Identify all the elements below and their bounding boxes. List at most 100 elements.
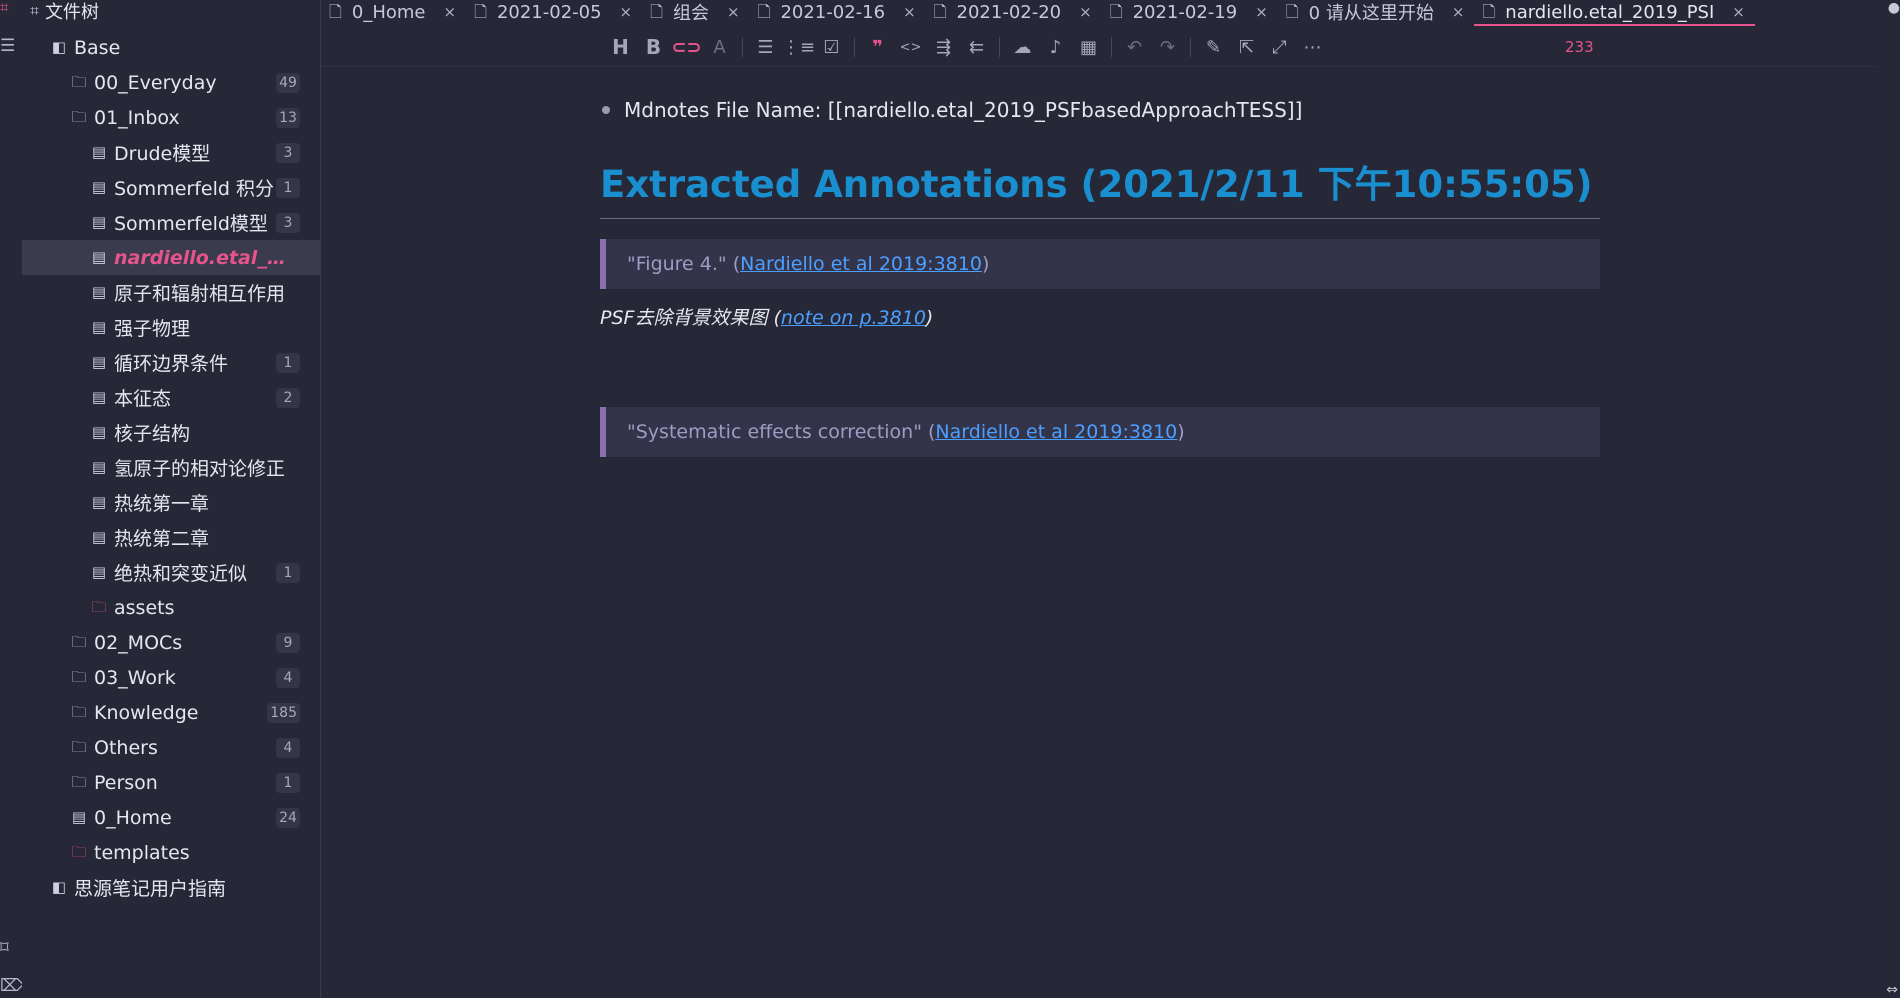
tree-item[interactable]: 🗀 03_Work 4 <box>22 660 320 695</box>
tree-item[interactable]: ▤ 强子物理 <box>22 310 320 345</box>
bold-icon[interactable]: B <box>637 35 670 59</box>
count-badge: 4 <box>276 668 300 688</box>
tree-item[interactable]: ▤ nardiello.etal_201... <box>22 240 320 275</box>
heading-icon[interactable]: H <box>604 35 637 59</box>
close-icon[interactable]: × <box>1255 4 1268 20</box>
tab[interactable]: 🗋 2021-02-05 × <box>466 0 642 26</box>
citation-link[interactable]: Nardiello et al 2019:3810 <box>740 253 982 275</box>
tree-item[interactable]: ▤ 氢原子的相对论修正 <box>22 450 320 485</box>
text-color-icon[interactable]: A <box>703 37 736 58</box>
bookmark-icon[interactable]: ⌑ <box>0 940 9 957</box>
tree-item[interactable]: ▤ 绝热和突变近似 1 <box>22 555 320 590</box>
upload-icon[interactable]: ☁ <box>1006 37 1039 58</box>
count-badge: 3 <box>276 213 300 233</box>
more-icon[interactable]: ⋯ <box>1296 37 1329 58</box>
blockquote-figure[interactable]: "Figure 4." (Nardiello et al 2019:3810) <box>600 239 1600 289</box>
tree-item[interactable]: ▤ 本征态 2 <box>22 380 320 415</box>
tree-item[interactable]: ▤ Sommerfeld 积分 1 <box>22 170 320 205</box>
dock-toggle-icon[interactable]: ⇔ <box>1886 982 1898 998</box>
count-badge: 4 <box>276 738 300 758</box>
tree-item[interactable]: 🗀 assets <box>22 590 320 625</box>
citation-link[interactable]: Nardiello et al 2019:3810 <box>935 421 1177 443</box>
tree-item-label: 本征态 <box>114 388 172 410</box>
note-link[interactable]: note on p.3810 <box>781 307 926 329</box>
close-icon[interactable]: × <box>1732 4 1745 20</box>
outdent-icon[interactable]: ⇇ <box>960 37 993 58</box>
undo-icon[interactable]: ↶ <box>1118 37 1151 58</box>
tree-item-label: 热统第一章 <box>114 493 210 515</box>
editor-content[interactable]: Mdnotes File Name: [[nardiello.etal_2019… <box>600 90 1600 457</box>
outline-icon[interactable]: ☰ <box>0 38 15 55</box>
tree-item[interactable]: ▤ Drude模型 3 <box>22 135 320 170</box>
tree-item[interactable]: 🗀 Knowledge 185 <box>22 695 320 730</box>
count-badge: 3 <box>276 143 300 163</box>
close-icon[interactable]: × <box>1079 4 1092 20</box>
file-tree-icon[interactable]: ⌗ <box>0 0 8 15</box>
tab-label: 0 请从这里开始 <box>1308 3 1434 24</box>
redo-icon[interactable]: ↷ <box>1151 37 1184 58</box>
tab[interactable]: 🗋 0 请从这里开始 × <box>1278 0 1475 26</box>
tree-item-label: 03_Work <box>94 666 176 689</box>
document-icon: 🗋 <box>650 2 663 21</box>
tree-item[interactable]: ◧ Base <box>22 30 320 65</box>
tree-item[interactable]: ▤ 循环边界条件 1 <box>22 345 320 380</box>
left-rail: ⌗ ☰ ⌑ ⌦ <box>0 0 24 998</box>
tree-item[interactable]: ▤ 热统第二章 <box>22 520 320 555</box>
tree-item[interactable]: ◧ 思源笔记用户指南 <box>22 870 320 905</box>
ordered-list-icon[interactable]: ⋮≡ <box>782 37 815 58</box>
more-dot-icon[interactable]: ● <box>1888 0 1900 16</box>
tree-item[interactable]: 🗀 Others 4 <box>22 730 320 765</box>
document-icon: ▤ <box>91 563 107 581</box>
tree-item[interactable]: ▤ 原子和辐射相互作用 <box>22 275 320 310</box>
tab-label: 2021-02-16 <box>780 1 886 23</box>
count-badge: 2 <box>276 388 300 408</box>
code-icon[interactable]: <> <box>894 40 927 55</box>
close-icon[interactable]: × <box>727 4 740 20</box>
tree-item[interactable]: 🗀 templates <box>22 835 320 870</box>
annotation-note[interactable]: PSF去除背景效果图 (note on p.3810) <box>600 303 1600 333</box>
document-icon: ▤ <box>91 248 107 266</box>
tab[interactable]: 🗋 2021-02-20 × <box>926 0 1102 26</box>
close-icon[interactable]: × <box>903 4 916 20</box>
close-icon[interactable]: × <box>443 4 456 20</box>
tree-item[interactable]: 🗀 02_MOCs 9 <box>22 625 320 660</box>
tree-item-label: assets <box>114 596 175 619</box>
close-icon[interactable]: × <box>1452 4 1465 20</box>
quote-text: "Figure 4." ( <box>627 253 741 275</box>
tab[interactable]: 🗋 nardiello.etal_2019_PSI × <box>1474 0 1755 26</box>
tab[interactable]: 🗋 0_Home × <box>321 0 466 26</box>
edit-icon[interactable]: ✎ <box>1197 37 1230 58</box>
editor-toolbar: H B ⊂⊃ A ☰ ⋮≡ ☑ ❞ <> ⇶ ⇇ ☁ ♪ ▦ ↶ ↷ ✎ ⇱ ⤢… <box>604 34 1329 60</box>
microphone-icon[interactable]: ♪ <box>1039 37 1072 58</box>
indent-icon[interactable]: ⇶ <box>927 37 960 58</box>
document-icon: ▤ <box>91 388 107 406</box>
tree-item[interactable]: ▤ 核子结构 <box>22 415 320 450</box>
document-icon: 🗋 <box>933 2 947 21</box>
tag-icon[interactable]: ⌦ <box>0 978 24 995</box>
checklist-icon[interactable]: ☑ <box>815 37 848 58</box>
open-external-icon[interactable]: ⇱ <box>1230 37 1263 58</box>
tree-item[interactable]: ▤ Sommerfeld模型 3 <box>22 205 320 240</box>
table-icon[interactable]: ▦ <box>1072 37 1105 58</box>
page-heading[interactable]: Extracted Annotations (2021/2/11 下午10:55… <box>600 154 1600 219</box>
tree-item[interactable]: ▤ 0_Home 24 <box>22 800 320 835</box>
bullet-list-icon[interactable]: ☰ <box>749 37 782 58</box>
tree-item[interactable]: 🗀 00_Everyday 49 <box>22 65 320 100</box>
close-icon[interactable]: × <box>620 4 633 20</box>
quote-suffix: ) <box>981 253 990 275</box>
tree-item[interactable]: 🗀 Person 1 <box>22 765 320 800</box>
quote-icon[interactable]: ❞ <box>861 37 894 58</box>
tab[interactable]: 🗋 2021-02-16 × <box>750 0 926 26</box>
tree-item[interactable]: 🗀 01_Inbox 13 <box>22 100 320 135</box>
folder-icon: 🗀 <box>71 843 87 861</box>
tree-icon: ⌗ <box>30 1 40 20</box>
tab[interactable]: 🗋 2021-02-19 × <box>1102 0 1278 26</box>
list-item[interactable]: Mdnotes File Name: [[nardiello.etal_2019… <box>600 90 1600 130</box>
tab[interactable]: 🗋 组会 × <box>642 0 749 26</box>
blockquote-systematic[interactable]: "Systematic effects correction" (Nardiel… <box>600 407 1600 457</box>
document-icon: 🗋 <box>757 2 771 21</box>
tree-item-label: Drude模型 <box>114 143 211 165</box>
tree-item[interactable]: ▤ 热统第一章 <box>22 485 320 520</box>
fullscreen-icon[interactable]: ⤢ <box>1263 37 1296 58</box>
link-icon[interactable]: ⊂⊃ <box>670 37 703 58</box>
